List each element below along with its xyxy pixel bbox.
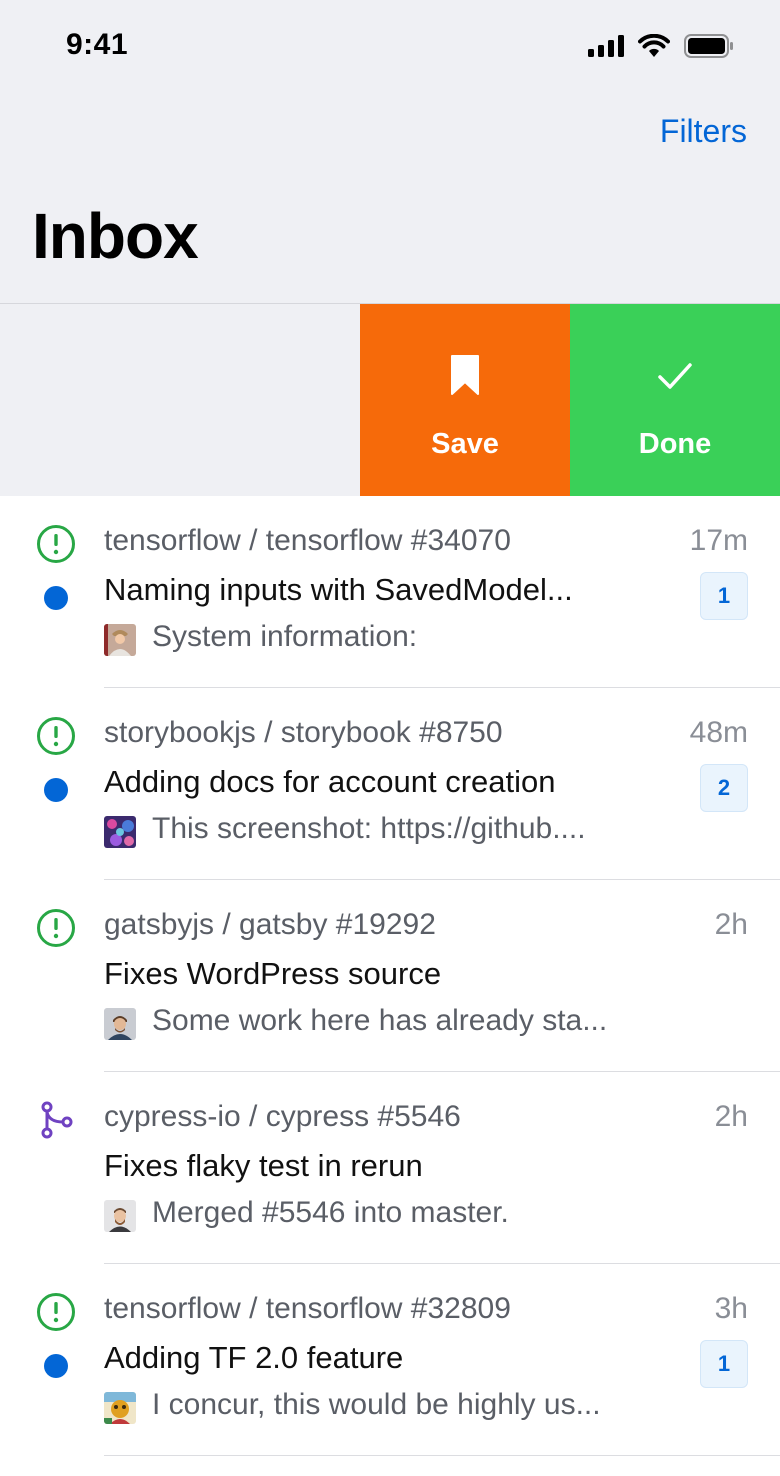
page-title: Inbox (32, 200, 199, 272)
battery-icon (684, 34, 733, 58)
repo-name: tensorflow / tensorflow #34070 (104, 524, 511, 557)
pull-request-merged-icon (41, 1101, 73, 1139)
row-divider (104, 1455, 780, 1456)
swipe-actions-row: Save Done (0, 304, 780, 496)
done-label: Done (638, 428, 712, 460)
avatar (104, 624, 136, 656)
comment-count-badge: 2 (700, 764, 748, 812)
save-label: Save (431, 428, 499, 460)
timestamp: 2h (714, 1100, 748, 1133)
timestamp: 3h (714, 1292, 748, 1325)
filters-button[interactable]: Filters (660, 113, 747, 150)
repo-name: cypress-io / cypress #5546 (104, 1100, 461, 1133)
status-bar: 9:41 (0, 0, 780, 90)
unread-dot (44, 778, 68, 802)
cellular-signal-icon (588, 35, 624, 57)
timestamp: 2h (714, 908, 748, 941)
notification-title: Fixes flaky test in rerun (104, 1148, 423, 1183)
avatar (104, 816, 136, 848)
notification-list: tensorflow / tensorflow #34070 17m Namin… (0, 496, 780, 1456)
header: 9:41 Filters Inbox (0, 0, 780, 304)
comment-snippet: I concur, this would be highly us... (152, 1388, 601, 1421)
notification-row[interactable]: cypress-io / cypress #5546 2h Fixes flak… (0, 1072, 780, 1264)
comment-snippet: Some work here has already sta... (152, 1004, 608, 1037)
timestamp: 48m (689, 716, 748, 749)
avatar (104, 1200, 136, 1232)
issue-opened-icon (37, 1293, 75, 1331)
status-icons (588, 34, 734, 58)
comment-count-badge: 1 (700, 1340, 748, 1388)
issue-opened-icon (37, 525, 75, 563)
repo-name: tensorflow / tensorflow #32809 (104, 1292, 511, 1325)
bookmark-icon (451, 355, 479, 395)
notification-row[interactable]: tensorflow / tensorflow #34070 17m Namin… (0, 496, 780, 688)
repo-name: gatsbyjs / gatsby #19292 (104, 908, 436, 941)
avatar (104, 1392, 136, 1424)
done-button[interactable]: Done (570, 304, 780, 496)
avatar (104, 1008, 136, 1040)
wifi-icon (638, 34, 670, 57)
timestamp: 17m (689, 524, 748, 557)
notification-title: Naming inputs with SavedModel... (104, 572, 573, 607)
unread-dot (44, 586, 68, 610)
comment-snippet: This screenshot: https://github.... (152, 812, 586, 845)
notification-title: Fixes WordPress source (104, 956, 442, 991)
comment-count-badge: 1 (700, 572, 748, 620)
issue-opened-icon (37, 909, 75, 947)
checkmark-icon (658, 363, 692, 389)
notification-title: Adding docs for account creation (104, 764, 556, 799)
save-button[interactable]: Save (360, 304, 570, 496)
unread-dot (44, 1354, 68, 1378)
notification-title: Adding TF 2.0 feature (104, 1340, 404, 1375)
comment-snippet: Merged #5546 into master. (152, 1196, 509, 1229)
issue-opened-icon (37, 717, 75, 755)
notification-row[interactable]: tensorflow / tensorflow #32809 3h Adding… (0, 1264, 780, 1456)
notification-row[interactable]: storybookjs / storybook #8750 48m Adding… (0, 688, 780, 880)
repo-name: storybookjs / storybook #8750 (104, 716, 503, 749)
notification-row[interactable]: gatsbyjs / gatsby #19292 2h Fixes WordPr… (0, 880, 780, 1072)
status-time: 9:41 (66, 28, 129, 61)
comment-snippet: System information: (152, 620, 418, 653)
